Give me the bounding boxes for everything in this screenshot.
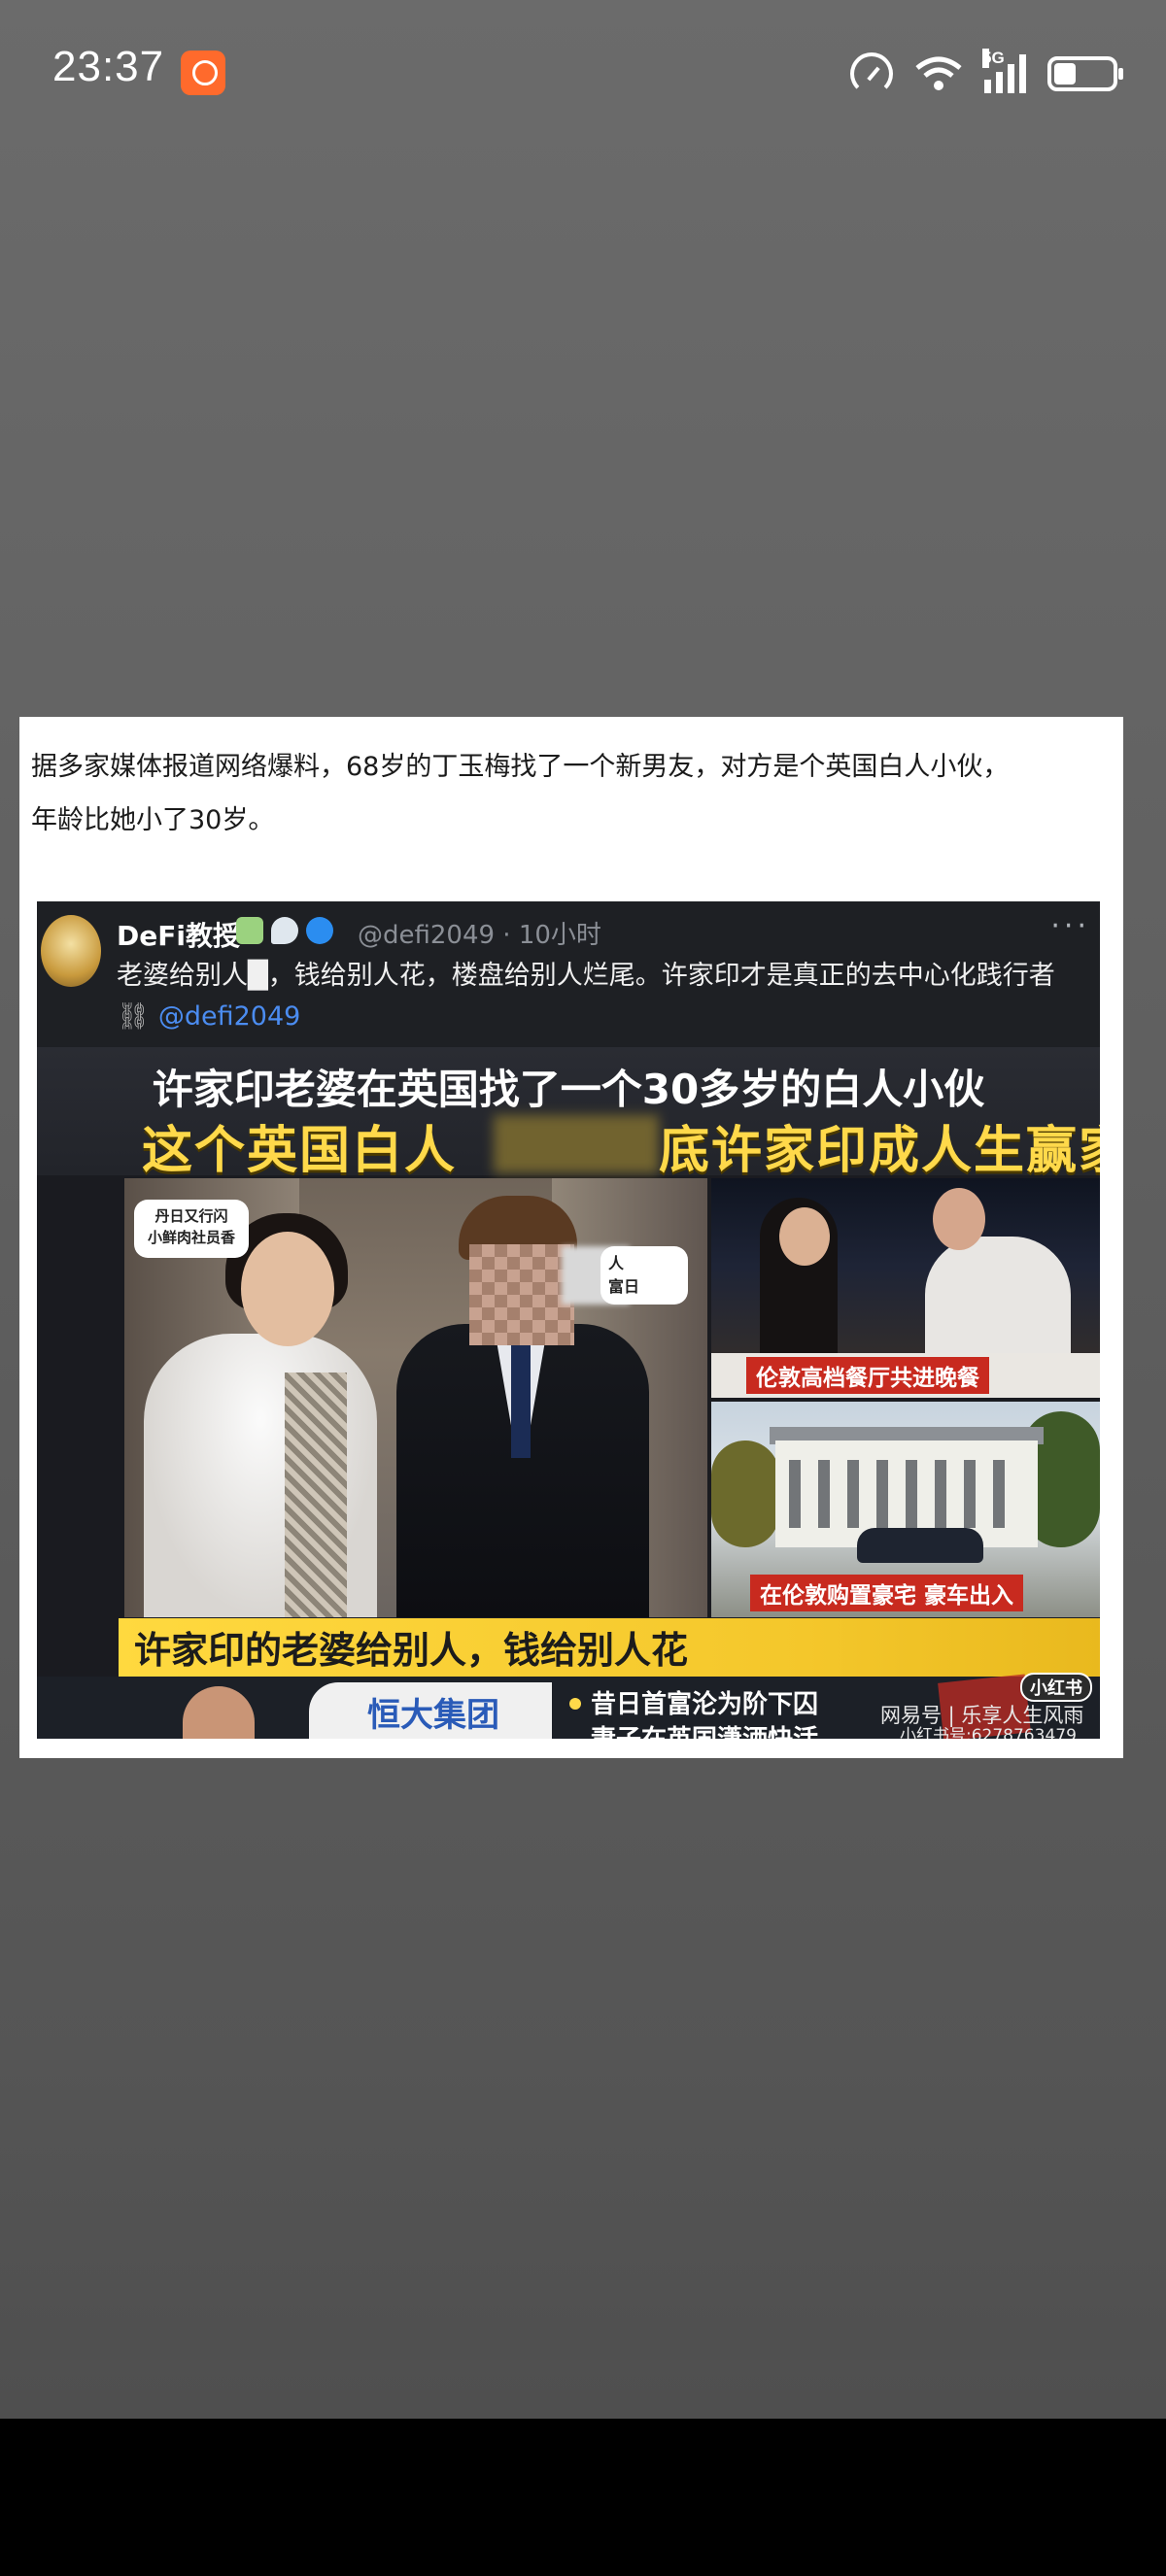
- post-text: 据多家媒体报道网络爆料，68岁的丁玉梅找了一个新男友，对方是个英国白人小伙， 年…: [31, 740, 1110, 847]
- xiaohongshu-app-icon: [181, 51, 225, 95]
- bullet-icon: [569, 1698, 581, 1710]
- couple-photo: 丹日又行闪 小鲜肉社员香 人 富日: [124, 1178, 707, 1617]
- status-icons: 5G: [850, 49, 1123, 95]
- post-text-line-2: 年龄比她小了30岁。: [31, 805, 275, 835]
- watermark-2: 小红书号:627876347​9: [900, 1726, 1077, 1739]
- blurred-text: [494, 1115, 659, 1173]
- tweet-text: 老婆给别人█，钱给别人花，楼盘给别人烂尾。许家印才是真正的去中心化践行者 ⛓ @…: [117, 956, 1088, 1037]
- mansion-windows: [789, 1460, 1022, 1528]
- status-time: 23:37: [52, 43, 165, 90]
- tweet-body: 老婆给别人█，钱给别人花，楼盘给别人烂尾。许家印才是真正的去中心化践行者: [117, 961, 1055, 991]
- network-label: 5G: [982, 49, 1005, 68]
- dinner-photo: 伦敦高档餐厅共进晚餐: [711, 1178, 1100, 1398]
- post-text-line-1: 据多家媒体报道网络爆料，68岁的丁玉梅找了一个新男友，对方是个英国白人小伙，: [31, 752, 1010, 782]
- post-card: 据多家媒体报道网络爆料，68岁的丁玉梅找了一个新男友，对方是个英国白人小伙， 年…: [19, 717, 1123, 1758]
- woman-dress: [285, 1373, 347, 1617]
- more-icon: ···: [1050, 909, 1090, 943]
- tweet-handle-time: @defi2049 · 10小时: [358, 921, 601, 950]
- company-logo-text: 恒大集团: [367, 1696, 499, 1735]
- navigation-bar-area: [0, 2419, 1166, 2576]
- battery-icon: [1047, 56, 1123, 91]
- bottom-banner-text: 许家印的老婆给别人，钱给别人花: [134, 1629, 689, 1672]
- twitter-bird-icon: [271, 917, 298, 944]
- 5g-signal-icon: 5G: [982, 49, 1026, 93]
- man-face: [933, 1188, 985, 1250]
- tweet-badges: [236, 917, 333, 944]
- pixelated-face: [469, 1244, 574, 1345]
- post-image[interactable]: DeFi教授 @defi2049 · 10小时 ··· 老婆给别人█，钱给别人花…: [37, 901, 1100, 1739]
- mansion-photo: 在伦敦购置豪宅 豪车出入: [711, 1402, 1100, 1617]
- speech-bubble-right: 人 富日: [600, 1246, 688, 1305]
- caption-mansion: 在伦敦购置豪宅 豪车出入: [750, 1575, 1024, 1611]
- watermark-platform: 小红书: [1020, 1673, 1092, 1702]
- news-line-1: 昔日首富沦为阶下囚: [591, 1690, 819, 1719]
- headline-2-left: 这个英国白人: [142, 1122, 458, 1180]
- woman-face: [779, 1207, 830, 1266]
- headline-2-right: 底许家印成人生赢家: [659, 1122, 1100, 1180]
- headline-1: 许家印老婆在英国找了一个30多岁的白人小伙: [152, 1066, 985, 1113]
- tree-left: [711, 1441, 779, 1547]
- tweet-header: DeFi教授 @defi2049 · 10小时 ··· 老婆给别人█，钱给别人花…: [37, 901, 1100, 1047]
- speedometer-icon: [850, 52, 893, 95]
- link-icon: ⛓: [117, 1001, 151, 1032]
- car: [857, 1528, 983, 1563]
- caption-dinner: 伦敦高档餐厅共进晚餐: [746, 1357, 989, 1394]
- wifi-icon: [915, 56, 962, 90]
- avatar: [41, 915, 101, 987]
- news-line-2: 妻子在英国潇洒快活: [591, 1719, 818, 1739]
- status-bar: 23:37 5G: [0, 0, 1166, 146]
- speech-bubble-left: 丹日又行闪 小鲜肉社员香: [134, 1200, 249, 1258]
- verified-icon: [306, 917, 333, 944]
- flower-icon: [236, 917, 263, 944]
- tweet-author: DeFi教授: [117, 920, 240, 952]
- man-tie: [511, 1341, 531, 1458]
- woman-face: [241, 1232, 334, 1346]
- tweet-link: @defi2049: [157, 1001, 301, 1032]
